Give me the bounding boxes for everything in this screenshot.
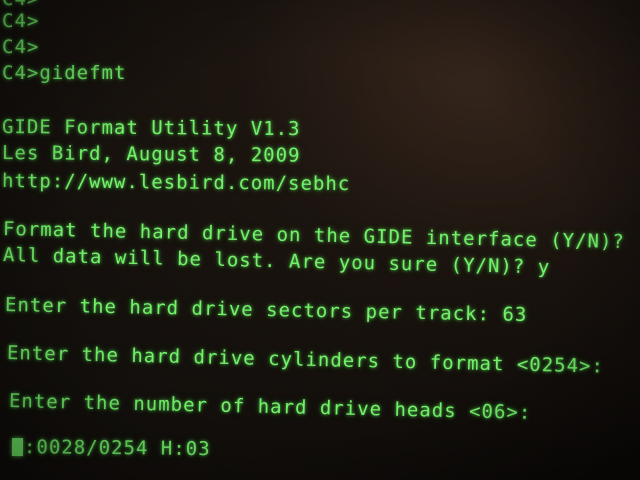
- prompt-line: C4>: [2, 0, 39, 10]
- crt-terminal-screen: C4> C4> C4> C4>gidefmt GIDE Format Utili…: [0, 0, 640, 480]
- progress-status-text: :0028/0254 H:03: [23, 436, 211, 461]
- url-line: http://www.lesbird.com/sebhc: [1, 170, 351, 196]
- prompt-line: C4>: [2, 10, 40, 32]
- sectors-per-track-prompt: Enter the hard drive sectors per track: …: [4, 294, 528, 327]
- utility-title: GIDE Format Utility V1.3: [1, 116, 301, 141]
- prompt-line: C4>: [2, 36, 40, 58]
- heads-prompt: Enter the number of hard drive heads <06…: [8, 390, 532, 424]
- command-line[interactable]: C4>gidefmt: [2, 62, 126, 84]
- block-cursor-icon: [11, 438, 24, 457]
- author-line: Les Bird, August 8, 2009: [1, 142, 301, 167]
- cylinders-prompt: Enter the hard drive cylinders to format…: [6, 342, 605, 378]
- progress-status-line[interactable]: :0028/0254 H:03: [11, 436, 211, 461]
